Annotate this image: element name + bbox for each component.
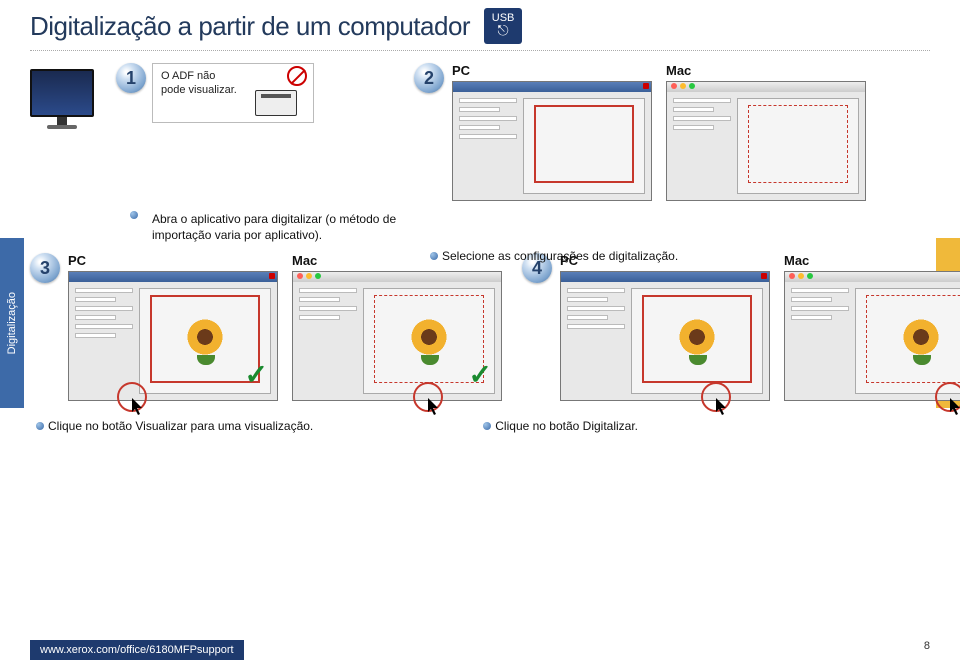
sunflower-image — [899, 317, 943, 361]
usb-badge: USB ⎋ — [484, 8, 522, 44]
bullet-icon — [483, 422, 491, 430]
cursor-icon — [715, 398, 729, 416]
step-3-block: 3 PC — [30, 253, 502, 401]
scan-app-pc-scan — [560, 271, 770, 401]
checkmark-icon: ✓ — [245, 358, 268, 391]
bullet-icon — [430, 252, 438, 260]
caption-scan: Clique no botão Digitalizar. — [483, 419, 638, 433]
cursor-icon — [427, 398, 441, 416]
step-badge-3: 3 — [30, 253, 60, 283]
step-2-block: 2 PC — [414, 63, 930, 201]
scan-app-mac-scan — [784, 271, 960, 401]
footer-page-number: 8 — [924, 640, 930, 660]
pc-window-wrap: PC — [68, 253, 278, 401]
hint-select-settings-text: Selecione as configurações de digitaliza… — [442, 249, 678, 263]
os-label-mac: Mac — [666, 63, 866, 78]
step-badge-2: 2 — [414, 63, 444, 93]
mac-window-wrap: Mac — [666, 63, 866, 201]
pc-window-wrap: PC — [560, 253, 770, 401]
checkmark-icon: ✓ — [469, 358, 492, 391]
step-2-windows: PC — [452, 63, 930, 201]
hint-open-app: Abra o aplicativo para digitalizar (o mé… — [130, 211, 930, 243]
usb-icon: ⎋ — [498, 22, 509, 39]
mac-window-wrap: Mac — [292, 253, 502, 401]
bottom-captions: Clique no botão Visualizar para uma visu… — [30, 419, 930, 433]
hint-select-settings: Selecione as configurações de digitaliza… — [430, 249, 678, 263]
sunflower-image — [675, 317, 719, 361]
cursor-icon — [949, 398, 960, 416]
bullet-icon — [130, 211, 138, 219]
titlebar-pc — [453, 82, 651, 92]
footer-url: www.xerox.com/office/6180MFPsupport — [30, 640, 244, 660]
step-1-block: 1 O ADF não pode visualizar. — [30, 63, 390, 201]
printer-icon — [249, 70, 305, 116]
step-4-block: 4 PC — [522, 253, 960, 401]
os-label-mac: Mac — [784, 253, 960, 268]
scan-app-mac — [666, 81, 866, 201]
page-title: Digitalização a partir de um computador — [30, 11, 470, 42]
sunflower-image — [407, 317, 451, 361]
row-steps-3-4: 3 PC — [30, 253, 930, 401]
footer: www.xerox.com/office/6180MFPsupport 8 — [0, 640, 960, 660]
mac-window-wrap: Mac — [784, 253, 960, 401]
page-title-bar: Digitalização a partir de um computador … — [30, 8, 930, 51]
prohibited-icon — [287, 66, 307, 86]
caption-scan-text: Clique no botão Digitalizar. — [495, 419, 638, 433]
scan-app-pc — [452, 81, 652, 201]
os-label-pc: PC — [68, 253, 278, 268]
computer-illustration — [30, 69, 94, 129]
step-badge-1: 1 — [116, 63, 146, 93]
cursor-icon — [131, 398, 145, 416]
scan-app-mac-preview: ✓ — [292, 271, 502, 401]
scan-app-pc-preview: ✓ — [68, 271, 278, 401]
sunflower-image — [183, 317, 227, 361]
adf-warning-text: O ADF não pode visualizar. — [161, 70, 239, 98]
adf-warning-panel: O ADF não pode visualizar. — [152, 63, 314, 123]
pc-window-wrap: PC — [452, 63, 652, 201]
caption-preview: Clique no botão Visualizar para uma visu… — [36, 419, 313, 433]
content-area: 1 O ADF não pode visualizar. 2 PC — [0, 51, 960, 433]
os-label-pc: PC — [452, 63, 652, 78]
caption-preview-text: Clique no botão Visualizar para uma visu… — [48, 419, 313, 433]
bullet-icon — [36, 422, 44, 430]
row-steps-1-2: 1 O ADF não pode visualizar. 2 PC — [30, 63, 930, 201]
hint-open-app-text: Abra o aplicativo para digitalizar (o mé… — [152, 211, 412, 243]
titlebar-mac — [667, 82, 865, 92]
